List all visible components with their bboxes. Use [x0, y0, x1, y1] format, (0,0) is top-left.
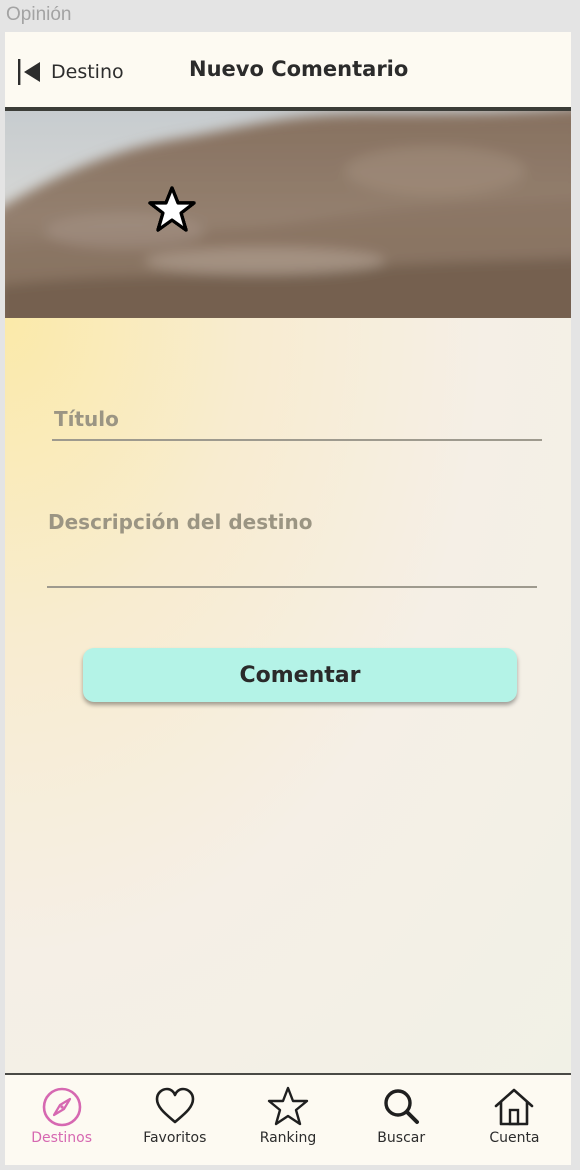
- title-placeholder: Título: [54, 407, 119, 431]
- window-title: Opinión: [6, 4, 72, 25]
- tab-bar: Destinos Favoritos Ranking Buscar Cuenta: [5, 1073, 571, 1165]
- comment-button[interactable]: Comentar: [83, 648, 517, 702]
- tab-cuenta[interactable]: Cuenta: [458, 1075, 571, 1165]
- back-button[interactable]: Destino: [17, 58, 124, 86]
- back-label: Destino: [51, 61, 124, 83]
- home-icon: [495, 1088, 534, 1126]
- app-screen: Destino Nuevo Comentario Título Descripc…: [5, 32, 571, 1165]
- tab-label: Cuenta: [489, 1130, 540, 1146]
- destination-hero-image: [5, 111, 571, 318]
- description-placeholder: Descripción del destino: [48, 510, 313, 534]
- comment-form: Título Descripción del destino Comentar: [5, 318, 571, 1073]
- search-icon: [384, 1089, 420, 1124]
- title-input[interactable]: Título: [52, 403, 542, 441]
- star-empty-icon[interactable]: [147, 185, 197, 235]
- page-title: Nuevo Comentario: [189, 57, 409, 81]
- tab-label: Favoritos: [143, 1130, 207, 1146]
- tab-ranking[interactable]: Ranking: [231, 1075, 344, 1165]
- tab-label: Ranking: [259, 1130, 317, 1146]
- tab-label: Buscar: [377, 1130, 426, 1146]
- tab-favoritos[interactable]: Favoritos: [118, 1075, 231, 1165]
- tab-label: Destinos: [31, 1130, 92, 1146]
- navbar: Destino Nuevo Comentario: [5, 32, 571, 111]
- description-input[interactable]: Descripción del destino: [47, 506, 537, 588]
- tab-destinos[interactable]: Destinos: [5, 1075, 118, 1165]
- star-icon: [267, 1086, 309, 1126]
- tab-buscar[interactable]: Buscar: [345, 1075, 458, 1165]
- back-arrow-icon: [18, 59, 40, 85]
- heart-icon: [155, 1087, 195, 1124]
- landscape-photo: [5, 111, 571, 318]
- compass-icon: [42, 1087, 81, 1127]
